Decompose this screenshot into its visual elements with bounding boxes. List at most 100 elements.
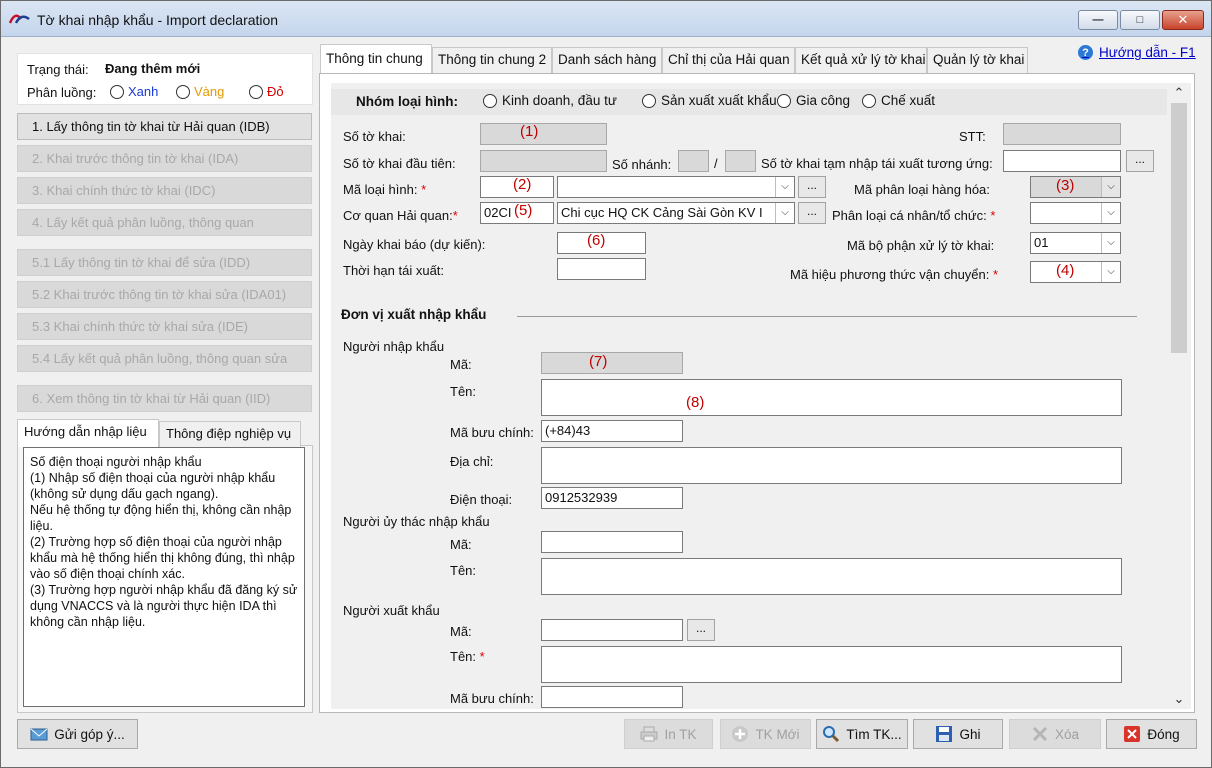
- importer-phone-field[interactable]: 0912532939: [541, 487, 683, 509]
- route-yellow-radio[interactable]: Vàng: [176, 84, 224, 99]
- status-label: Trạng thái:: [27, 62, 89, 77]
- importer-code-field[interactable]: [541, 352, 683, 374]
- stt-label: STT:: [959, 129, 986, 144]
- person-org-classification-select[interactable]: ⌵: [1030, 202, 1121, 224]
- importer-postal-field[interactable]: (+84)43: [541, 420, 683, 442]
- customs-office-select[interactable]: Chi cục HQ CK Cảng Sài Gòn KV I ⌵: [557, 202, 795, 224]
- type-name-select[interactable]: ⌵: [557, 176, 795, 198]
- radio-icon: [862, 93, 876, 108]
- importer-name-label: Tên:: [450, 384, 477, 399]
- route-red-radio[interactable]: Đỏ: [249, 84, 284, 99]
- close-icon: ✕: [1177, 12, 1189, 27]
- stt-field[interactable]: [1003, 123, 1121, 145]
- status-value: Đang thêm mới: [105, 61, 201, 76]
- temp-import-declaration-field[interactable]: [1003, 150, 1121, 172]
- importer-name-field[interactable]: [541, 379, 1122, 416]
- marker-3: (3): [1056, 177, 1075, 194]
- exporter-postal-label: Mã bưu chính:: [450, 691, 534, 706]
- section-divider: [517, 316, 1137, 317]
- trustee-name-field[interactable]: [541, 558, 1122, 595]
- sidebar-button-idc[interactable]: 3. Khai chính thức tờ khai (IDC): [17, 177, 312, 204]
- first-declaration-label: Số tờ khai đầu tiên:: [343, 156, 456, 171]
- type-code-label: Mã loại hình: *: [343, 182, 427, 197]
- radio-icon: [249, 84, 263, 99]
- tab-declaration-management[interactable]: Quản lý tờ khai: [927, 47, 1028, 73]
- mail-icon: [30, 728, 48, 741]
- first-declaration-field[interactable]: [480, 150, 607, 172]
- tab-general-info[interactable]: Thông tin chung: [320, 44, 432, 74]
- marker-8: (8): [686, 394, 705, 411]
- goods-classification-select[interactable]: ⌵: [1030, 176, 1121, 198]
- title-bar: Tờ khai nhập khẩu - Import declaration —…: [1, 1, 1211, 37]
- delete-button[interactable]: Xóa: [1009, 719, 1101, 749]
- group-option-processing-radio[interactable]: Gia công: [777, 93, 850, 108]
- print-button[interactable]: In TK: [624, 719, 713, 749]
- chevron-down-icon: ⌵: [775, 203, 794, 223]
- importer-address-field[interactable]: [541, 447, 1122, 484]
- sidebar-button-idd[interactable]: 5.1 Lấy thông tin tờ khai để sửa (IDD): [17, 249, 312, 276]
- scroll-thumb[interactable]: [1171, 103, 1187, 353]
- importer-code-label: Mã:: [450, 357, 472, 372]
- marker-6: (6): [587, 232, 606, 249]
- processing-unit-label: Mã bộ phận xử lý tờ khai:: [847, 238, 995, 253]
- maximize-icon: □: [1136, 14, 1144, 26]
- tab-input-guide[interactable]: Hướng dẫn nhập liệu: [17, 419, 159, 447]
- trustee-code-field[interactable]: [541, 531, 683, 553]
- find-declaration-button[interactable]: Tìm TK...: [816, 719, 908, 749]
- exporter-heading: Người xuất khẩu: [343, 603, 440, 618]
- exporter-browse-button[interactable]: ...: [687, 619, 715, 641]
- sidebar-button-idb[interactable]: 1. Lấy thông tin tờ khai từ Hải quan (ID…: [17, 113, 312, 140]
- radio-icon: [110, 84, 124, 99]
- tab-business-message[interactable]: Thông điệp nghiệp vụ: [159, 421, 301, 447]
- tab-general-info-2[interactable]: Thông tin chung 2: [432, 47, 552, 73]
- person-org-classification-label: Phân loại cá nhân/tổ chức: *: [832, 208, 996, 223]
- declaration-date-label: Ngày khai báo (dự kiến):: [343, 237, 486, 252]
- transport-mode-select[interactable]: ⌵: [1030, 261, 1121, 283]
- sidebar-button-result[interactable]: 4. Lấy kết quả phân luồng, thông quan: [17, 209, 312, 236]
- processing-unit-select[interactable]: 01 ⌵: [1030, 232, 1121, 254]
- declaration-number-field[interactable]: [480, 123, 607, 145]
- help-link[interactable]: ? Hướng dẫn - F1: [1078, 45, 1196, 60]
- temp-import-browse-button[interactable]: ...: [1126, 150, 1154, 172]
- tab-customs-instructions[interactable]: Chỉ thị của Hải quan: [662, 47, 795, 73]
- tab-processing-result[interactable]: Kết quả xử lý tờ khai: [795, 47, 927, 73]
- status-panel: Trạng thái: Đang thêm mới Phân luồng: Xa…: [17, 53, 313, 105]
- marker-5: (5): [514, 202, 533, 219]
- re-export-deadline-field[interactable]: [557, 258, 646, 280]
- sidebar-button-iid[interactable]: 6. Xem thông tin tờ khai từ Hải quan (II…: [17, 385, 312, 412]
- group-option-production-radio[interactable]: Sản xuất xuất khẩu: [642, 93, 777, 108]
- exporter-postal-field[interactable]: [541, 686, 683, 708]
- app-logo-icon: [9, 14, 30, 24]
- scroll-up-icon[interactable]: ⌃: [1167, 83, 1191, 103]
- sidebar-button-ide[interactable]: 5.3 Khai chính thức tờ khai sửa (IDE): [17, 313, 312, 340]
- tab-goods-list[interactable]: Danh sách hàng: [552, 47, 662, 73]
- feedback-button[interactable]: Gửi góp ý...: [17, 719, 138, 749]
- vertical-scrollbar[interactable]: ⌃ ⌄: [1167, 83, 1191, 709]
- exporter-code-field[interactable]: [541, 619, 683, 641]
- group-option-business-radio[interactable]: Kinh doanh, đầu tư: [483, 93, 617, 108]
- radio-icon: [777, 93, 791, 108]
- sidebar-button-ida[interactable]: 2. Khai trước thông tin tờ khai (IDA): [17, 145, 312, 172]
- sidebar-button-result-edit[interactable]: 5.4 Lấy kết quả phân luồng, thông quan s…: [17, 345, 312, 372]
- minimize-button[interactable]: —: [1078, 10, 1118, 30]
- customs-office-browse-button[interactable]: ...: [798, 202, 826, 224]
- maximize-button[interactable]: □: [1120, 10, 1160, 30]
- type-browse-button[interactable]: ...: [798, 176, 826, 198]
- branch-total-field[interactable]: [725, 150, 756, 172]
- exporter-name-field[interactable]: [541, 646, 1122, 683]
- close-window-button[interactable]: ✕: [1162, 10, 1204, 30]
- help-icon: ?: [1078, 45, 1093, 60]
- scroll-down-icon[interactable]: ⌄: [1167, 689, 1191, 709]
- close-icon: [1124, 726, 1141, 742]
- save-button[interactable]: Ghi: [913, 719, 1003, 749]
- close-button[interactable]: Đóng: [1106, 719, 1197, 749]
- group-option-export-processing-radio[interactable]: Chế xuất: [862, 93, 935, 108]
- sidebar-button-ida01[interactable]: 5.2 Khai trước thông tin tờ khai sửa (ID…: [17, 281, 312, 308]
- branch-number-field[interactable]: [678, 150, 709, 172]
- new-declaration-button[interactable]: TK Mới: [720, 719, 811, 749]
- route-green-radio[interactable]: Xanh: [110, 84, 158, 99]
- search-icon: [823, 726, 840, 743]
- chevron-down-icon: ⌵: [1101, 262, 1120, 282]
- transport-mode-label: Mã hiệu phương thức vận chuyển: *: [790, 267, 999, 282]
- branch-number-label: Số nhánh:: [612, 157, 672, 172]
